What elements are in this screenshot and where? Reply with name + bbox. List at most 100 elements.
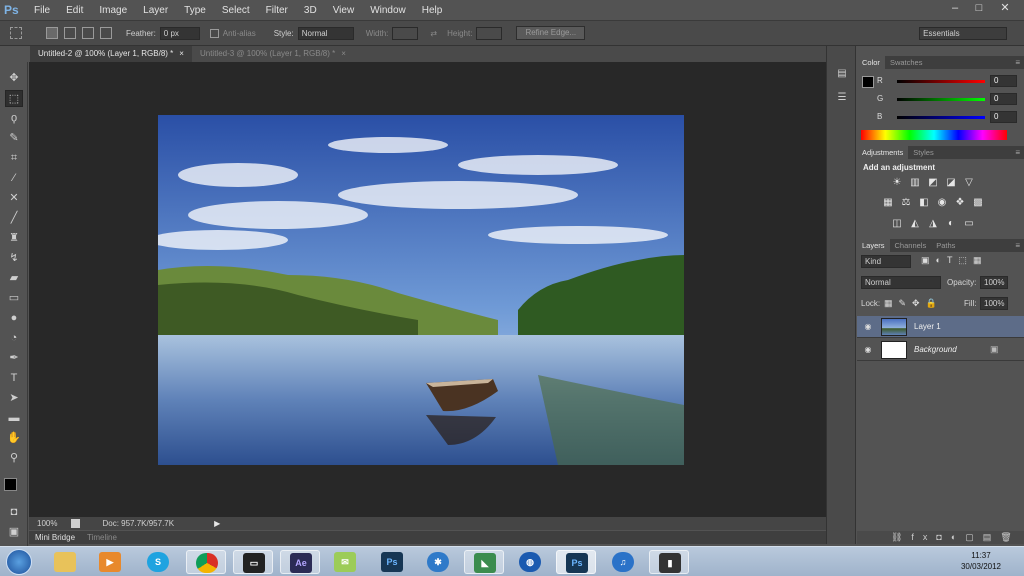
taskbar-app-bin[interactable]: ▮ <box>649 550 689 574</box>
intersect-selection-icon[interactable] <box>100 27 112 39</box>
eyedropper-tool-icon[interactable]: ⁄ <box>5 170 23 187</box>
menu-image[interactable]: Image <box>91 0 135 21</box>
status-arrow-icon[interactable]: ▶ <box>214 519 220 528</box>
properties-panel-icon[interactable]: ☰ <box>834 92 850 106</box>
quick-select-tool-icon[interactable]: ✎ <box>5 130 23 147</box>
vibrance-icon[interactable]: ▽ <box>963 177 975 188</box>
subtract-selection-icon[interactable] <box>82 27 94 39</box>
color-spectrum[interactable] <box>861 130 1007 140</box>
fill-input[interactable]: 100% <box>980 297 1008 310</box>
blue-value-input[interactable]: 0 <box>990 111 1017 123</box>
quick-mask-icon[interactable]: ◘ <box>5 504 23 521</box>
taskbar-skype[interactable]: S <box>138 550 178 574</box>
close-tab-icon[interactable]: × <box>179 49 184 58</box>
healing-tool-icon[interactable]: ✕ <box>5 190 23 207</box>
selective-color-icon[interactable]: ◐ <box>945 218 957 229</box>
green-slider[interactable]: G 0 <box>877 93 1022 106</box>
blue-slider[interactable]: B 0 <box>877 111 1022 124</box>
menu-help[interactable]: Help <box>414 0 451 21</box>
tab-adjustments[interactable]: Adjustments <box>857 146 909 159</box>
brush-tool-icon[interactable]: ╱ <box>5 210 23 227</box>
tab-untitled-3[interactable]: Untitled-3 @ 100% (Layer 1, RGB/8) * × <box>192 46 354 62</box>
menu-view[interactable]: View <box>325 0 363 21</box>
start-button[interactable] <box>6 549 32 575</box>
menu-edit[interactable]: Edit <box>58 0 91 21</box>
curves-icon[interactable]: ◩ <box>927 177 939 188</box>
taskbar-photoshop-active[interactable]: Ps <box>556 550 596 574</box>
menu-window[interactable]: Window <box>362 0 414 21</box>
tab-styles[interactable]: Styles <box>908 146 938 159</box>
color-balance-icon[interactable]: ⚖ <box>900 197 912 208</box>
tab-untitled-2[interactable]: Untitled-2 @ 100% (Layer 1, RGB/8) * × <box>30 46 192 62</box>
path-select-tool-icon[interactable]: ➤ <box>5 390 23 407</box>
marquee-tool-icon[interactable] <box>10 27 22 39</box>
pen-tool-icon[interactable]: ✒ <box>5 350 23 367</box>
layer-filter-kind[interactable]: Kind <box>861 255 911 268</box>
swap-icon[interactable]: ⇄ <box>430 29 437 38</box>
dodge-tool-icon[interactable]: ◔ <box>5 330 23 347</box>
threshold-icon[interactable]: ◮ <box>927 218 939 229</box>
minimize-button[interactable]: – <box>942 0 968 18</box>
hue-saturation-icon[interactable]: ▦ <box>882 197 894 208</box>
close-tab-icon[interactable]: × <box>341 49 346 58</box>
style-select[interactable]: Normal <box>297 26 354 40</box>
photo-filter-icon[interactable]: ◉ <box>936 197 948 208</box>
eraser-tool-icon[interactable]: ▰ <box>5 270 23 287</box>
gradient-map-icon[interactable]: ▭ <box>963 218 975 229</box>
refine-edge-button[interactable]: Refine Edge... <box>516 26 586 40</box>
visibility-eye-icon[interactable]: ◉ <box>863 322 873 331</box>
foreground-color-swatch[interactable] <box>862 76 874 88</box>
clone-stamp-tool-icon[interactable]: ♜ <box>5 230 23 247</box>
tab-mini-bridge[interactable]: Mini Bridge <box>29 533 81 542</box>
tab-channels[interactable]: Channels <box>890 239 932 252</box>
menu-3d[interactable]: 3D <box>296 0 325 21</box>
feather-input[interactable]: 0 px <box>159 26 200 40</box>
menu-layer[interactable]: Layer <box>135 0 176 21</box>
taskbar-network[interactable]: ✱ <box>418 550 458 574</box>
shape-tool-icon[interactable]: ▬ <box>5 410 23 427</box>
tab-swatches[interactable]: Swatches <box>885 56 928 69</box>
green-slider-bar[interactable] <box>897 98 985 101</box>
canvas-image[interactable] <box>158 115 684 465</box>
taskbar-clock[interactable]: 11:37 30/03/2012 <box>956 550 1006 572</box>
menu-select[interactable]: Select <box>214 0 258 21</box>
posterize-icon[interactable]: ◭ <box>909 218 921 229</box>
menu-filter[interactable]: Filter <box>258 0 296 21</box>
taskbar-app-green[interactable]: ◣ <box>464 550 504 574</box>
black-white-icon[interactable]: ◧ <box>918 197 930 208</box>
marquee-tool-icon[interactable]: ⬚ <box>5 90 23 107</box>
close-button[interactable]: ✕ <box>992 0 1018 18</box>
antialias-checkbox[interactable] <box>209 28 219 38</box>
photoshop-logo[interactable]: Ps <box>4 2 26 18</box>
taskbar-photoshop[interactable]: Ps <box>372 550 412 574</box>
opacity-input[interactable]: 100% <box>980 276 1008 289</box>
crop-tool-icon[interactable]: ⌗ <box>5 150 23 167</box>
blue-slider-bar[interactable] <box>897 116 985 119</box>
taskbar-explorer[interactable] <box>45 550 85 574</box>
status-menu-icon[interactable] <box>71 519 81 528</box>
channel-mixer-icon[interactable]: ❖ <box>954 197 966 208</box>
history-panel-icon[interactable]: ▤ <box>834 68 850 82</box>
gradient-tool-icon[interactable]: ▭ <box>5 290 23 307</box>
invert-icon[interactable]: ◫ <box>891 218 903 229</box>
workspace-select[interactable]: Essentials <box>919 26 1008 40</box>
screen-mode-icon[interactable]: ▣ <box>5 524 23 541</box>
new-selection-icon[interactable] <box>46 27 58 39</box>
move-tool-icon[interactable]: ✥ <box>5 70 23 87</box>
taskbar-notes[interactable]: ✉ <box>325 550 365 574</box>
menu-file[interactable]: File <box>26 0 58 21</box>
taskbar-globe[interactable]: ◍ <box>510 550 550 574</box>
zoom-level[interactable]: 100% <box>37 519 57 528</box>
zoom-tool-icon[interactable]: ⚲ <box>5 450 23 467</box>
red-slider[interactable]: R 0 <box>877 75 1022 88</box>
tab-color[interactable]: Color <box>857 56 885 69</box>
width-input[interactable] <box>392 26 419 40</box>
panel-menu-icon[interactable]: ≡ <box>1015 56 1020 69</box>
maximize-button[interactable]: □ <box>966 0 992 18</box>
taskbar-media-player[interactable]: ▶ <box>90 550 130 574</box>
height-input[interactable] <box>476 26 503 40</box>
panel-menu-icon[interactable]: ≡ <box>1015 146 1020 159</box>
lock-icons[interactable]: ▦✎✥🔒 <box>884 298 943 309</box>
type-tool-icon[interactable]: T <box>5 370 23 387</box>
exposure-icon[interactable]: ◪ <box>945 177 957 188</box>
